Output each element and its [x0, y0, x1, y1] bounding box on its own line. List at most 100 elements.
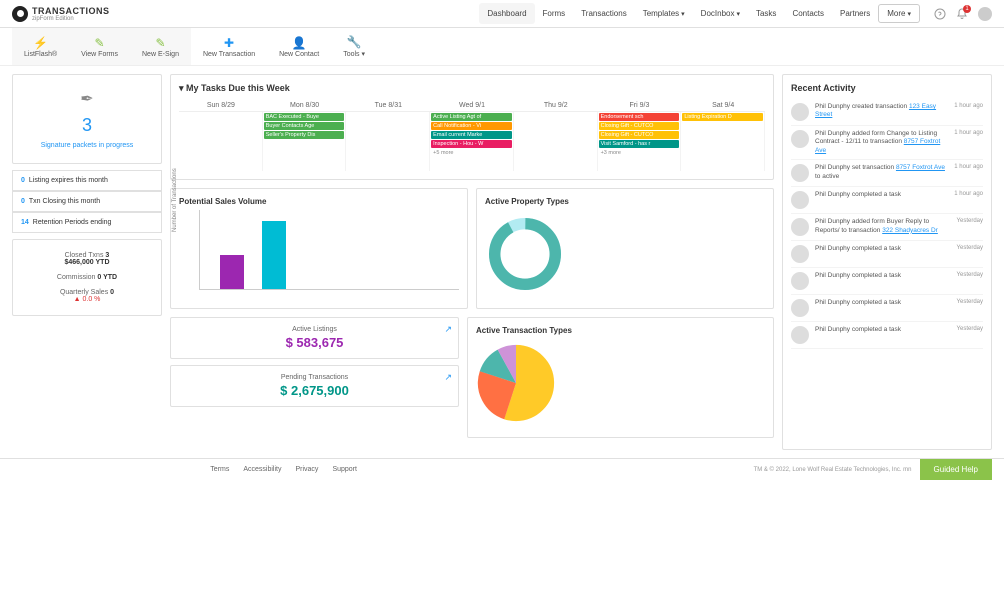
- logo-icon: [12, 6, 28, 22]
- stat-row[interactable]: 14Retention Periods ending: [12, 212, 162, 233]
- task-pill[interactable]: Seller's Property Dis: [264, 131, 345, 139]
- task-pill[interactable]: Buyer Contacts Age: [264, 122, 345, 130]
- activity-title: Recent Activity: [791, 83, 983, 93]
- activity-item[interactable]: Phil Dunphy completed a taskYesterday: [791, 295, 983, 322]
- day-cell: [514, 112, 598, 171]
- user-avatar[interactable]: [978, 7, 992, 21]
- logo: TRANSACTIONS zipForm Edition: [12, 6, 110, 22]
- nav-docinbox[interactable]: DocInbox▾: [693, 3, 748, 24]
- day-header: Fri 9/3: [598, 100, 682, 111]
- avatar: [791, 130, 809, 148]
- nav-tasks[interactable]: Tasks: [748, 3, 784, 24]
- active-listings-card[interactable]: ↗ Active Listings $ 583,675: [170, 317, 459, 359]
- activity-item[interactable]: Phil Dunphy added form Buyer Reply to Re…: [791, 214, 983, 241]
- footer-link-accessibility[interactable]: Accessibility: [243, 466, 281, 473]
- task-pill[interactable]: Call Notification - Vi: [431, 122, 512, 130]
- day-cell: [179, 112, 263, 171]
- task-pill[interactable]: BAC Executed - Buye: [264, 113, 345, 121]
- tool-new-e-sign[interactable]: ✎New E-Sign: [130, 28, 191, 65]
- property-types-chart: Active Property Types: [476, 188, 774, 309]
- activity-panel: Recent Activity Phil Dunphy created tran…: [782, 74, 992, 450]
- tool-icon: ✎: [95, 36, 105, 50]
- day-header: Wed 9/1: [430, 100, 514, 111]
- day-header: Tue 8/31: [346, 100, 430, 111]
- signature-card[interactable]: ✒ 3 Signature packets in progress: [12, 74, 162, 164]
- tool-icon: ✎: [155, 36, 165, 50]
- day-header: Mon 8/30: [263, 100, 347, 111]
- avatar: [791, 245, 809, 263]
- activity-item[interactable]: Phil Dunphy created transaction 123 Easy…: [791, 99, 983, 126]
- footer-link-support[interactable]: Support: [332, 466, 357, 473]
- brand-name: TRANSACTIONS: [32, 6, 110, 16]
- stat-row[interactable]: 0Listing expires this month: [12, 170, 162, 191]
- activity-item[interactable]: Phil Dunphy set transaction 8757 Foxtrot…: [791, 160, 983, 187]
- task-pill[interactable]: Active Listing Agt of: [431, 113, 512, 121]
- nav-forms[interactable]: Forms: [535, 3, 574, 24]
- help-icon[interactable]: [934, 8, 946, 20]
- mini-stat: Commission 0 YTD: [21, 270, 153, 285]
- tool-icon: 🔧: [347, 35, 362, 49]
- tasks-panel: ▾ My Tasks Due this Week Sun 8/29Mon 8/3…: [170, 74, 774, 180]
- notif-badge: 1: [963, 5, 971, 13]
- nav-transactions[interactable]: Transactions: [573, 3, 635, 24]
- signature-label: Signature packets in progress: [21, 142, 153, 149]
- tasks-title: My Tasks Due this Week: [186, 83, 290, 93]
- task-pill[interactable]: +3 more: [599, 149, 680, 157]
- stat-row[interactable]: 0Txn Closing this month: [12, 191, 162, 212]
- task-pill[interactable]: Inspection - Hou - W: [431, 140, 512, 148]
- task-pill[interactable]: Closing Gift - CUTCO: [599, 122, 680, 130]
- chart-title-0: Potential Sales Volume: [179, 197, 459, 206]
- val-label-0: Active Listings: [179, 326, 450, 333]
- trend-icon: ↗: [444, 324, 452, 335]
- mini-stat: Quarterly Sales 0▲ 0.0 %: [21, 285, 153, 307]
- task-pill[interactable]: Endorsement sch: [599, 113, 680, 121]
- avatar: [791, 218, 809, 236]
- activity-item[interactable]: Phil Dunphy added form Change to Listing…: [791, 126, 983, 160]
- tool-icon: 👤: [292, 36, 307, 50]
- task-pill[interactable]: Visit Samford - has r: [599, 140, 680, 148]
- transaction-types-chart: Active Transaction Types: [467, 317, 774, 438]
- nav-templates[interactable]: Templates▾: [635, 3, 693, 24]
- activity-item[interactable]: Phil Dunphy completed a taskYesterday: [791, 241, 983, 268]
- tool-listflash-[interactable]: ⚡ListFlash®: [12, 28, 69, 65]
- avatar: [791, 272, 809, 290]
- task-pill[interactable]: Email current Marke: [431, 131, 512, 139]
- task-pill[interactable]: Closing Gift - CUTCO: [599, 131, 680, 139]
- chevron-down-icon[interactable]: ▾: [179, 83, 184, 93]
- day-header: Sun 8/29: [179, 100, 263, 111]
- footer-link-terms[interactable]: Terms: [210, 466, 229, 473]
- pending-transactions-card[interactable]: ↗ Pending Transactions $ 2,675,900: [170, 365, 459, 407]
- sales-volume-chart: Potential Sales Volume Number of Transac…: [170, 188, 468, 309]
- donut-chart: [485, 214, 565, 294]
- day-cell: Listing Expiration D: [681, 112, 765, 171]
- header: TRANSACTIONS zipForm Edition DashboardFo…: [0, 0, 1004, 28]
- tool-new-transaction[interactable]: ✚New Transaction: [191, 28, 267, 65]
- guided-help-button[interactable]: Guided Help: [920, 459, 992, 480]
- bell-icon[interactable]: 1: [956, 8, 968, 20]
- tool-tools[interactable]: 🔧Tools ▾: [331, 28, 377, 65]
- val-amount-0: $ 583,675: [179, 335, 450, 350]
- signature-count: 3: [21, 115, 153, 136]
- val-label-1: Pending Transactions: [179, 374, 450, 381]
- bar: [220, 255, 244, 289]
- task-pill[interactable]: Listing Expiration D: [682, 113, 763, 121]
- tool-icon: ✚: [224, 36, 234, 50]
- activity-item[interactable]: Phil Dunphy completed a task1 hour ago: [791, 187, 983, 214]
- nav-more[interactable]: More▾: [878, 4, 920, 23]
- activity-item[interactable]: Phil Dunphy completed a taskYesterday: [791, 268, 983, 295]
- avatar: [791, 326, 809, 344]
- task-pill[interactable]: +5 more: [431, 149, 512, 157]
- day-header: Sat 9/4: [681, 100, 765, 111]
- mini-stat: Closed Txns 3$466,000 YTD: [21, 248, 153, 270]
- bar: [262, 221, 286, 289]
- nav-partners[interactable]: Partners: [832, 3, 878, 24]
- nav-dashboard[interactable]: Dashboard: [479, 3, 534, 24]
- tool-new-contact[interactable]: 👤New Contact: [267, 28, 331, 65]
- nav-contacts[interactable]: Contacts: [784, 3, 832, 24]
- day-cell: Active Listing Agt ofCall Notification -…: [430, 112, 514, 171]
- footer-link-privacy[interactable]: Privacy: [295, 466, 318, 473]
- activity-item[interactable]: Phil Dunphy completed a taskYesterday: [791, 322, 983, 349]
- pen-icon: ✒: [21, 89, 153, 109]
- tool-view-forms[interactable]: ✎View Forms: [69, 28, 130, 65]
- trend-icon: ↗: [444, 372, 452, 383]
